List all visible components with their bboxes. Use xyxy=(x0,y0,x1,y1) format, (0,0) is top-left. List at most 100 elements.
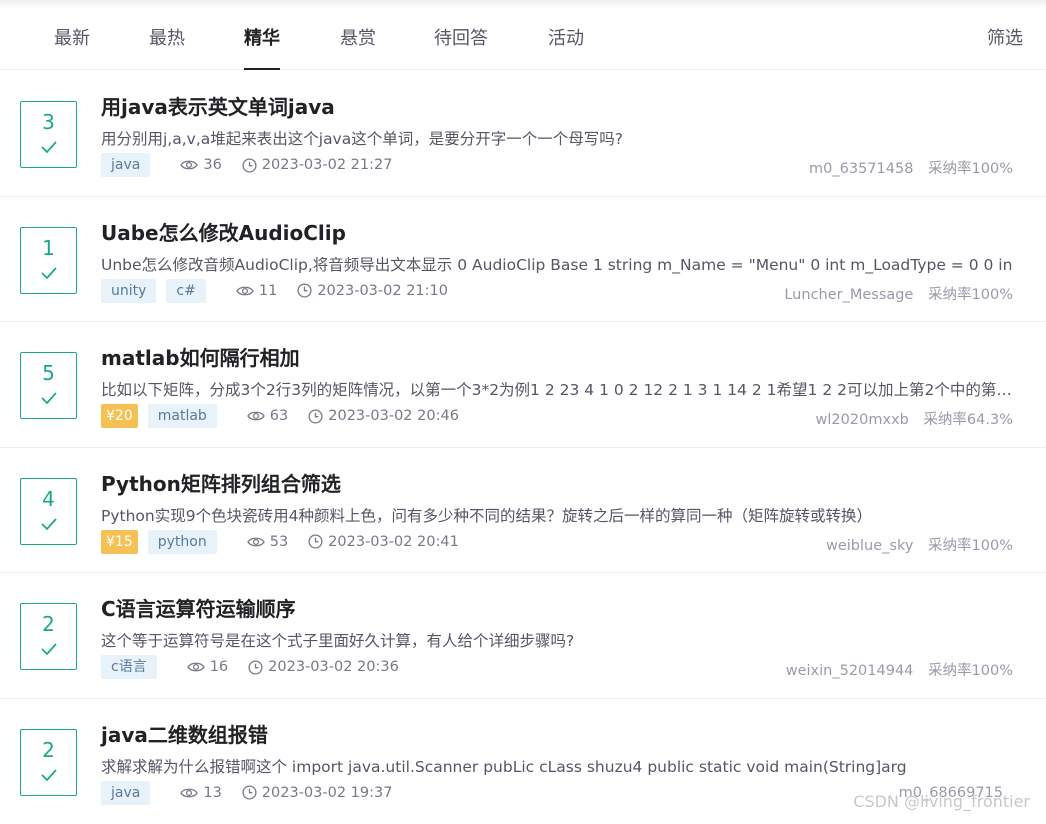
question-description[interactable]: Python实现9个色块瓷砖用4种颜料上色，问有多少种不同的结果？旋转之后一样的… xyxy=(101,504,1013,526)
question-title[interactable]: 用java表示英文单词java xyxy=(101,91,335,120)
tag-list: ¥20 matlab xyxy=(101,404,227,428)
tab-unanswered[interactable]: 待回答 xyxy=(434,14,488,70)
question-title[interactable]: Python矩阵排列组合筛选 xyxy=(101,468,341,497)
accept-rate-value: 100% xyxy=(972,663,1013,679)
question-meta: c语言 16 2023-03-02 20:36 xyxy=(101,655,399,679)
eye-icon xyxy=(180,787,198,799)
question-description[interactable]: 这个等于运算符号是在这个式子里面好久计算，有人给个详细步骤吗? xyxy=(101,629,1013,651)
accept-rate: 采纳率100% xyxy=(928,287,1013,303)
question-tag[interactable]: matlab xyxy=(148,404,217,428)
question-description[interactable]: 用分别用j,a,v,a堆起来表出这个java这个单词，是要分开字一个一个母写吗? xyxy=(101,127,1013,149)
post-time-value: 2023-03-02 20:36 xyxy=(268,659,399,675)
answer-count-box[interactable]: 2 xyxy=(20,603,77,670)
tab-activity[interactable]: 活动 xyxy=(548,14,584,70)
question-list: 3 用java表示英文单词java 用分别用j,a,v,a堆起来表出这个java… xyxy=(0,71,1046,824)
answer-count-box[interactable]: 5 xyxy=(20,352,77,419)
answer-count-box[interactable]: 3 xyxy=(20,101,77,168)
question-description[interactable]: Unbe怎么修改音频AudioClip,将音频导出文本显示 0 AudioCli… xyxy=(101,253,1013,275)
tab-featured[interactable]: 精华 xyxy=(244,14,280,70)
check-icon xyxy=(40,266,58,280)
post-time: 2023-03-02 21:27 xyxy=(242,157,393,173)
check-icon xyxy=(40,642,58,656)
view-count: 13 xyxy=(180,785,221,801)
clock-icon xyxy=(308,409,323,424)
author-name[interactable]: wl2020mxxb xyxy=(816,412,909,428)
question-tag[interactable]: python xyxy=(148,530,217,554)
question-tag[interactable]: java xyxy=(101,781,150,805)
eye-icon xyxy=(236,285,254,297)
question-title[interactable]: Uabe怎么修改AudioClip xyxy=(101,217,346,246)
check-icon xyxy=(40,391,58,405)
question-tag[interactable]: c语言 xyxy=(101,655,157,679)
bounty-badge: ¥15 xyxy=(101,530,138,554)
accept-rate: 采纳率100% xyxy=(928,161,1013,177)
eye-icon xyxy=(247,410,265,422)
answer-count: 3 xyxy=(21,110,76,134)
clock-icon xyxy=(297,283,312,298)
author-name[interactable]: weiblue_sky xyxy=(826,538,913,554)
watermark: CSDN @living_frontier xyxy=(853,792,1030,811)
author-meta: weiblue_sky 采纳率100% xyxy=(826,534,1013,555)
question-tag[interactable]: java xyxy=(101,153,150,177)
tag-list: unity c# xyxy=(101,279,216,303)
view-count-value: 16 xyxy=(210,659,228,675)
tab-hottest[interactable]: 最热 xyxy=(149,14,185,70)
answer-count: 4 xyxy=(21,487,76,511)
view-count-value: 53 xyxy=(270,534,288,550)
filter-button[interactable]: 筛选 xyxy=(987,14,1023,70)
question-item: 2 C语言运算符运输顺序 这个等于运算符号是在这个式子里面好久计算，有人给个详细… xyxy=(0,573,1046,699)
question-description[interactable]: 求解求解为什么报错啊这个 import java.util.Scanner pu… xyxy=(101,755,1013,777)
answer-count-box[interactable]: 4 xyxy=(20,478,77,545)
clock-icon xyxy=(308,534,323,549)
author-meta: m0_63571458 采纳率100% xyxy=(809,157,1013,178)
question-description[interactable]: 比如以下矩阵，分成3个2行3列的矩阵情况，以第一个3*2为例1 2 23 4 1… xyxy=(101,378,1013,400)
post-time: 2023-03-02 19:37 xyxy=(242,785,393,801)
post-time: 2023-03-02 21:10 xyxy=(297,283,448,299)
question-title[interactable]: java二维数组报错 xyxy=(101,719,268,748)
post-time-value: 2023-03-02 20:41 xyxy=(328,534,459,550)
top-shadow xyxy=(0,0,1046,8)
question-meta: java 36 2023-03-02 21:27 xyxy=(101,153,392,177)
view-count: 53 xyxy=(247,534,288,550)
view-count: 11 xyxy=(236,283,277,299)
accept-rate: 采纳率100% xyxy=(928,663,1013,679)
eye-icon xyxy=(247,536,265,548)
view-count-value: 63 xyxy=(270,408,288,424)
answer-count-box[interactable]: 1 xyxy=(20,227,77,294)
answer-count-box[interactable]: 2 xyxy=(20,729,77,796)
check-icon xyxy=(40,768,58,782)
tag-list: ¥15 python xyxy=(101,530,227,554)
view-count: 63 xyxy=(247,408,288,424)
accept-rate: 采纳率100% xyxy=(928,538,1013,554)
question-item: 5 matlab如何隔行相加 比如以下矩阵，分成3个2行3列的矩阵情况，以第一个… xyxy=(0,322,1046,448)
tag-list: java xyxy=(101,781,160,805)
author-meta: Luncher_Message 采纳率100% xyxy=(784,283,1013,304)
answer-count: 2 xyxy=(21,738,76,762)
tab-newest[interactable]: 最新 xyxy=(54,14,90,70)
post-time: 2023-03-02 20:46 xyxy=(308,408,459,424)
question-meta: ¥15 python 53 2023-03-02 20:41 xyxy=(101,530,459,554)
answer-count: 1 xyxy=(21,236,76,260)
bounty-badge: ¥20 xyxy=(101,404,138,428)
answer-count: 2 xyxy=(21,612,76,636)
author-name[interactable]: weixin_52014944 xyxy=(786,663,914,679)
accept-rate-value: 100% xyxy=(972,161,1013,177)
tab-bounty[interactable]: 悬赏 xyxy=(340,14,376,70)
clock-icon xyxy=(248,660,263,675)
accept-rate-value: 100% xyxy=(972,287,1013,303)
question-item: 3 用java表示英文单词java 用分别用j,a,v,a堆起来表出这个java… xyxy=(0,71,1046,197)
eye-icon xyxy=(180,159,198,171)
question-title[interactable]: C语言运算符运输顺序 xyxy=(101,593,296,622)
question-tag[interactable]: unity xyxy=(101,279,156,303)
author-name[interactable]: m0_63571458 xyxy=(809,161,913,177)
author-name[interactable]: Luncher_Message xyxy=(784,287,913,303)
author-meta: wl2020mxxb 采纳率64.3% xyxy=(816,408,1013,429)
question-item: 1 Uabe怎么修改AudioClip Unbe怎么修改音频AudioClip,… xyxy=(0,197,1046,323)
accept-rate: 采纳率64.3% xyxy=(923,412,1013,428)
tag-list: java xyxy=(101,153,160,177)
question-tag[interactable]: c# xyxy=(166,279,205,303)
question-item: 4 Python矩阵排列组合筛选 Python实现9个色块瓷砖用4种颜料上色，问… xyxy=(0,448,1046,574)
post-time-value: 2023-03-02 20:46 xyxy=(328,408,459,424)
view-count-value: 36 xyxy=(203,157,221,173)
question-title[interactable]: matlab如何隔行相加 xyxy=(101,342,300,371)
